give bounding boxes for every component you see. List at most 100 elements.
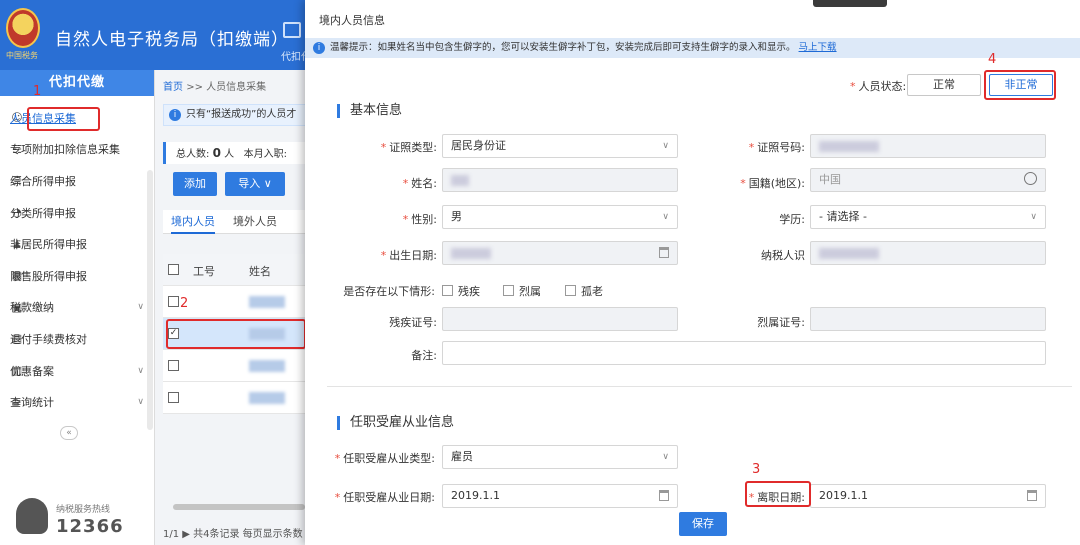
sidebar-item-query[interactable]: ≡ 查询统计 ∨ [0,386,154,418]
logo-text: 中国税务 [6,51,38,60]
notice-bar: i 只有“报送成功”的人员才 [163,104,305,126]
martyr-checkbox[interactable]: 烈属 [503,283,541,299]
remark-label: 备注: [411,349,437,362]
gender-select[interactable]: 男 ∨ [442,205,678,229]
stats-bar: 总人数: 0 人 本月入职: [163,142,305,164]
tab-overseas[interactable]: 境外人员 [233,210,277,234]
stats-unit: 人 [224,149,235,160]
checkbox-box[interactable] [503,285,514,296]
employment-type-select[interactable]: 雇员 ∨ [442,445,678,469]
row-checkbox[interactable] [168,360,179,371]
remark-field[interactable] [442,341,1046,365]
checkbox-box[interactable] [442,285,453,296]
breadcrumb: 首页 >> 人员信息采集 [163,78,266,93]
sidebar-item-label: 退付手续费核对 [10,332,87,346]
breadcrumb-separator: >> [186,82,203,93]
row-checkbox[interactable] [168,392,179,403]
sidebar-item-preferential[interactable]: ▥ 优惠备案 ∨ [0,355,154,387]
martyr-cert-label: 烈属证号: [757,316,805,329]
disabled-checkbox[interactable]: 残疾 [442,283,480,299]
annotation-box-4 [984,70,1056,100]
sidebar-item-label: 查询统计 [10,396,54,410]
sidebar-item-refund-fee[interactable]: ▤ 退付手续费核对 [0,323,154,355]
chevron-down-icon: ∨ [1030,212,1037,222]
person-tabs: 境内人员 境外人员 [163,210,305,234]
table-row[interactable] [163,350,305,382]
sidebar-item-label: 限售股所得申报 [10,269,87,283]
section-employment-info: 任职受雇从业信息 [337,416,454,430]
annotation-number-4: 4 [988,52,997,67]
add-button[interactable]: 添加 [173,172,217,196]
table-header: 工号 姓名 [163,254,305,286]
sidebar-item-classified[interactable]: ◔ 分类所得申报 [0,197,154,229]
elderly-checkbox-label: 孤老 [581,285,603,298]
status-label: * 人员状态: [850,80,907,93]
chevron-down-icon: ∨ [662,212,669,222]
table-row[interactable] [163,382,305,414]
id-number-label-text: 证照号码: [757,141,805,154]
window-handle[interactable] [813,0,887,7]
import-button[interactable]: 导入 ∨ [225,172,285,196]
status-label-text: 人员状态: [858,80,907,93]
status-normal-button[interactable]: 正常 [907,74,981,96]
situation-label: 是否存在以下情形: [343,285,435,298]
column-header-name: 姓名 [249,265,271,278]
disability-cert-field[interactable] [442,307,678,331]
martyr-cert-field[interactable] [810,307,1046,331]
calendar-icon[interactable] [659,247,669,258]
id-type-value: 居民身份证 [451,139,506,152]
id-number-field[interactable] [810,134,1046,158]
chevron-down-icon: ∨ [137,302,144,313]
elderly-checkbox[interactable]: 孤老 [565,283,603,299]
sidebar-scrollbar[interactable] [147,170,153,430]
checkbox-box[interactable] [565,285,576,296]
tool-icon[interactable] [283,22,301,38]
calendar-icon[interactable] [659,490,669,501]
employment-date-field[interactable]: 2019.1.1 [442,484,678,508]
download-link[interactable]: 马上下载 [799,42,837,53]
nationality-value: 中国 [819,173,841,186]
info-icon: i [169,109,181,121]
education-select[interactable]: - 请选择 - ∨ [810,205,1046,229]
sidebar-item-comprehensive[interactable]: ☰ 综合所得申报 [0,165,154,197]
id-type-select[interactable]: 居民身份证 ∨ [442,134,678,158]
select-all-checkbox[interactable] [168,264,179,275]
column-header-id: 工号 [193,265,215,278]
tab-domestic[interactable]: 境内人员 [171,210,215,234]
leave-date-value: 2019.1.1 [819,489,868,502]
horizontal-scrollbar[interactable] [173,504,305,510]
sidebar-item-tax-payment[interactable]: ▣ 税款缴纳 ∨ [0,292,154,324]
chevron-down-icon: ∨ [137,365,144,376]
employment-type-value: 雇员 [451,450,473,463]
sidebar-item-label: 税款缴纳 [10,301,54,315]
taxpayer-id-field[interactable] [810,241,1046,265]
search-icon[interactable] [1024,172,1037,185]
row-checkbox[interactable] [168,296,179,307]
redacted-name [249,296,285,308]
sidebar-item-nonresident[interactable]: ♟ 非居民所得申报 [0,228,154,260]
sidebar-item-special-deduction[interactable]: ☷ 专项附加扣除信息采集 [0,134,154,166]
annotation-number-1: 1 [33,84,42,99]
name-label-text: 姓名: [411,177,437,190]
nationality-field[interactable]: 中国 [810,168,1046,192]
employment-date-value: 2019.1.1 [451,489,500,502]
import-label: 导入 [238,177,261,190]
redacted-name [451,174,469,186]
name-label: * 姓名: [402,177,437,190]
main-content: 首页 >> 人员信息采集 i 只有“报送成功”的人员才 总人数: 0 人 本月入… [155,70,305,545]
collapse-sidebar-button[interactable]: « [60,426,78,440]
leave-date-field[interactable]: 2019.1.1 [810,484,1046,508]
calendar-icon[interactable] [1027,490,1037,501]
breadcrumb-home[interactable]: 首页 [163,82,183,93]
redacted-birth-date [451,247,491,259]
name-field[interactable] [442,168,678,192]
tax-emblem-logo [6,8,40,48]
sidebar-item-restricted-stock[interactable]: ▩ 限售股所得申报 [0,260,154,292]
save-button[interactable]: 保存 [679,512,727,536]
annotation-box-2 [166,319,305,349]
employment-type-label: * 任职受雇从业类型: [334,452,435,465]
birth-date-field[interactable] [442,241,678,265]
birth-date-label-text: 出生日期: [389,249,437,262]
id-type-label: * 证照类型: [380,141,437,154]
chevron-down-icon: ∨ [662,452,669,462]
